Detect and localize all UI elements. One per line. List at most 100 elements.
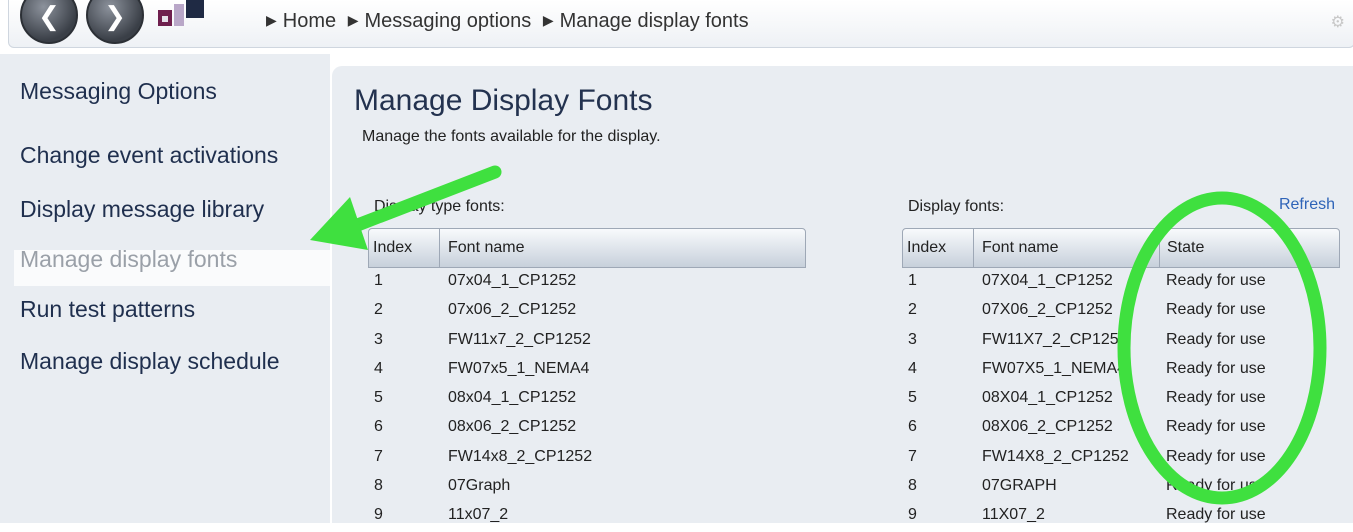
cell-index: 6 [908, 418, 917, 436]
cell-state: Ready for use [1166, 330, 1266, 348]
cell-index: 8 [908, 477, 917, 495]
cell-font-name: FW07X5_1_NEMA4 [982, 359, 1127, 377]
table-row[interactable]: 4 FW07x5_1_NEMA4 [368, 356, 806, 385]
cell-font-name: 07Graph [448, 477, 511, 495]
cell-font-name: 08x04_1_CP1252 [448, 389, 577, 407]
cell-font-name: 08x06_2_CP1252 [448, 418, 577, 436]
column-divider [973, 229, 974, 267]
cell-font-name: 07X04_1_CP1252 [982, 272, 1113, 289]
cell-index: 7 [908, 447, 917, 465]
table-row[interactable]: 8 07Graph [368, 473, 806, 502]
cell-font-name: 11X07_2 [982, 506, 1045, 524]
type-fonts-table-body: 1 07x04_1_CP1252 2 07x06_2_CP1252 3 FW11x7_2_… [368, 268, 806, 532]
cell-state: Ready for use [1166, 272, 1266, 289]
page-title: Manage Display Fonts [354, 84, 653, 117]
cell-index: 9 [908, 506, 917, 524]
type-fonts-label: Display type fonts: [374, 198, 505, 215]
cell-font-name: 08X06_2_CP1252 [982, 418, 1113, 436]
sidebar: Messaging Options Change event activatio… [0, 54, 330, 523]
table-row[interactable]: 5 08X04_1_CP1252 Ready for use [902, 385, 1340, 414]
cell-state: Ready for use [1166, 447, 1266, 465]
cell-state: Ready for use [1166, 506, 1266, 524]
forward-arrow-icon: ❯ [104, 2, 126, 32]
table-row[interactable]: 4 FW07X5_1_NEMA4 Ready for use [902, 356, 1340, 385]
table-row[interactable]: 6 08x06_2_CP1252 [368, 414, 806, 443]
page-subtitle: Manage the fonts available for the displ… [362, 128, 661, 145]
cell-index: 5 [374, 389, 383, 407]
sidebar-title: Messaging Options [20, 78, 217, 104]
table-row[interactable]: 3 FW11x7_2_CP1252 [368, 327, 806, 356]
sidebar-item-manage-display-schedule[interactable]: Manage display schedule [20, 348, 280, 375]
column-header-index[interactable]: Index [907, 239, 946, 257]
cell-font-name: FW11x7_2_CP1252 [448, 330, 591, 348]
cell-font-name: 07GRAPH [982, 477, 1057, 495]
cell-font-name: FW14x8_2_CP1252 [448, 447, 593, 465]
table-row[interactable]: 2 07x06_2_CP1252 [368, 297, 806, 326]
cell-index: 9 [374, 506, 383, 524]
cell-font-name: 07X06_2_CP1252 [982, 301, 1113, 319]
sidebar-item-display-message-library[interactable]: Display message library [20, 196, 264, 223]
type-fonts-table: Index Font name 1 07x04_1_CP1252 2 07x06_2_… [368, 228, 806, 532]
cell-state: Ready for use [1166, 477, 1266, 495]
cell-font-name: FW11X7_2_CP1252 [982, 330, 1128, 348]
column-header-state[interactable]: State [1167, 239, 1204, 257]
table-row[interactable]: 9 11X07_2 Ready for use [902, 502, 1340, 531]
table-row[interactable]: 7 FW14x8_2_CP1252 [368, 444, 806, 473]
column-header-font-name[interactable]: Font name [982, 239, 1058, 257]
cell-index: 1 [908, 272, 917, 289]
cell-state: Ready for use [1166, 301, 1266, 319]
table-row[interactable]: 8 07GRAPH Ready for use [902, 473, 1340, 502]
breadcrumb-manage-display-fonts: Manage display fonts [559, 10, 749, 32]
cell-font-name: 07x06_2_CP1252 [448, 301, 577, 319]
cell-index: 3 [908, 330, 917, 348]
table-row[interactable]: 5 08x04_1_CP1252 [368, 385, 806, 414]
table-row[interactable]: 3 FW11X7_2_CP1252 Ready for use [902, 327, 1340, 356]
breadcrumb: ▶ Home ▶ Messaging options ▶ Manage display… [260, 10, 749, 33]
cell-index: 4 [908, 359, 917, 377]
sidebar-item-manage-display-fonts[interactable]: Manage display fonts [20, 246, 237, 273]
column-header-font-name[interactable]: Font name [448, 239, 524, 257]
breadcrumb-arrow-icon: ▶ [542, 12, 554, 28]
table-row[interactable]: 7 FW14X8_2_CP1252 Ready for use [902, 444, 1340, 473]
table-row[interactable]: 9 11x07_2 [368, 502, 806, 531]
cell-index: 2 [374, 301, 383, 319]
display-fonts-label: Display fonts: [908, 198, 1005, 215]
app-cube-icon[interactable] [154, 0, 208, 30]
cell-index: 3 [374, 330, 383, 348]
cell-index: 7 [374, 447, 383, 465]
type-fonts-table-header: Index Font name [368, 228, 806, 268]
breadcrumb-home[interactable]: Home [283, 10, 336, 32]
cell-state: Ready for use [1166, 389, 1266, 407]
sidebar-item-change-event-activations[interactable]: Change event activations [20, 142, 278, 169]
cell-font-name: 11x07_2 [448, 506, 509, 524]
table-row[interactable]: 1 07x04_1_CP1252 [368, 268, 806, 297]
cell-font-name: 07x04_1_CP1252 [448, 272, 577, 289]
cell-font-name: FW07x5_1_NEMA4 [448, 359, 590, 377]
settings-gear-icon[interactable]: ⚙ [1331, 12, 1345, 31]
column-divider [1159, 229, 1160, 267]
cell-index: 2 [908, 301, 917, 319]
cell-index: 5 [908, 389, 917, 407]
back-arrow-icon: ❮ [38, 2, 60, 32]
cell-index: 1 [374, 272, 383, 289]
cell-font-name: FW14X8_2_CP1252 [982, 447, 1129, 465]
refresh-link[interactable]: Refresh [1279, 196, 1335, 214]
cell-font-name: 08X04_1_CP1252 [982, 389, 1113, 407]
top-bar: ❮ ❯ ▶ Home ▶ Messaging options ▶ Manage dis… [0, 0, 1353, 54]
column-divider [439, 229, 440, 267]
breadcrumb-messaging-options[interactable]: Messaging options [364, 10, 531, 32]
cell-index: 8 [374, 477, 383, 495]
cell-state: Ready for use [1166, 418, 1266, 436]
display-fonts-table-header: Index Font name State [902, 228, 1340, 268]
display-fonts-table: Index Font name State 1 07X04_1_CP1252 Rea… [902, 228, 1340, 532]
column-header-index[interactable]: Index [373, 239, 412, 257]
cell-index: 4 [374, 359, 383, 377]
cell-state: Ready for use [1166, 359, 1266, 377]
table-row[interactable]: 2 07X06_2_CP1252 Ready for use [902, 297, 1340, 326]
table-row[interactable]: 6 08X06_2_CP1252 Ready for use [902, 414, 1340, 443]
sidebar-item-run-test-patterns[interactable]: Run test patterns [20, 296, 195, 323]
table-row[interactable]: 1 07X04_1_CP1252 Ready for use [902, 268, 1340, 297]
cell-index: 6 [374, 418, 383, 436]
display-fonts-table-body: 1 07X04_1_CP1252 Ready for use 2 07X06_2_CP1… [902, 268, 1340, 532]
breadcrumb-arrow-icon: ▶ [347, 12, 359, 28]
